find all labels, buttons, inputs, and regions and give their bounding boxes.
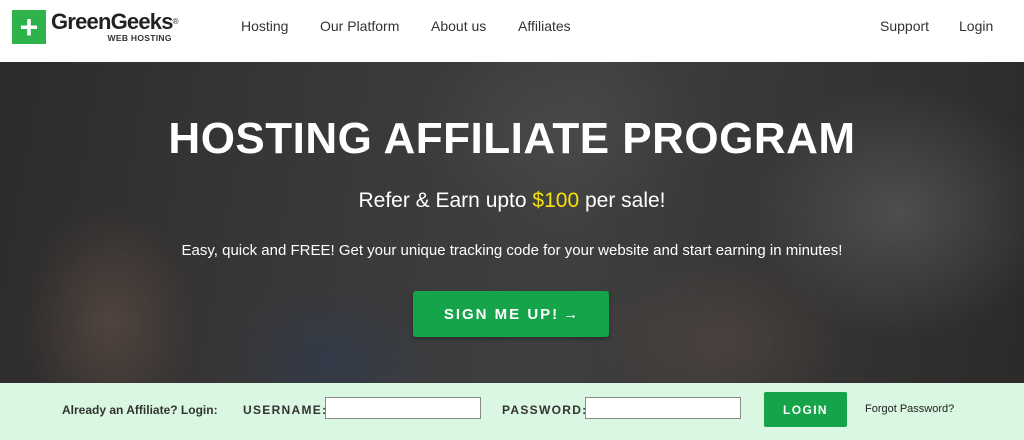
subtitle-prefix: Refer & Earn upto — [358, 189, 533, 212]
username-label: USERNAME: — [243, 403, 328, 417]
main-nav: Hosting Our Platform About us Affiliates… — [0, 0, 1024, 52]
nav-about-us[interactable]: About us — [431, 18, 486, 34]
affiliate-login-bar: Already an Affiliate? Login: USERNAME: P… — [0, 383, 1024, 440]
nav-hosting[interactable]: Hosting — [241, 18, 288, 34]
hero-title: HOSTING AFFILIATE PROGRAM — [168, 114, 856, 163]
site-header: + GreenGeeks® WEB HOSTING Hosting Our Pl… — [0, 0, 1024, 62]
commission-amount: $100 — [532, 189, 580, 212]
sign-me-up-button[interactable]: SIGN ME UP! → — [413, 291, 609, 337]
nav-login[interactable]: Login — [959, 18, 993, 34]
nav-affiliates[interactable]: Affiliates — [518, 18, 571, 34]
sign-me-up-label: SIGN ME UP! — [443, 305, 560, 323]
nav-our-platform[interactable]: Our Platform — [320, 18, 399, 34]
password-input[interactable] — [585, 397, 741, 419]
password-label: PASSWORD: — [502, 403, 588, 417]
nav-support[interactable]: Support — [880, 18, 929, 34]
hero-subtitle: Refer & Earn upto $100 per sale! — [0, 189, 1024, 213]
login-button[interactable]: LOGIN — [764, 392, 847, 427]
arrow-right-icon: → — [563, 305, 579, 323]
username-input[interactable] — [325, 397, 481, 419]
forgot-password-link[interactable]: Forgot Password? — [865, 403, 954, 415]
hero-banner: HOSTING AFFILIATE PROGRAM Refer & Earn u… — [0, 62, 1024, 383]
hero-description: Easy, quick and FREE! Get your unique tr… — [181, 242, 843, 259]
subtitle-suffix: per sale! — [579, 189, 666, 212]
affiliate-login-prompt: Already an Affiliate? Login: — [62, 403, 218, 417]
